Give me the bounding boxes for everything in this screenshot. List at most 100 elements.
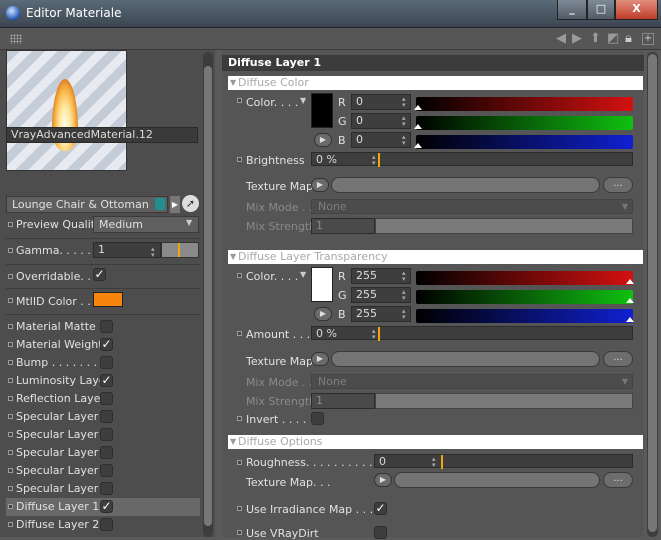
layer-row[interactable]: Material Weight ✓ [6, 336, 200, 354]
anim-bullet-icon[interactable] [8, 432, 13, 437]
anim-bullet-icon[interactable] [8, 504, 13, 509]
anim-bullet-icon[interactable] [237, 506, 242, 511]
layer-row[interactable]: Bump . . . . . . . . . [6, 354, 200, 372]
anim-bullet-icon[interactable] [8, 298, 13, 303]
anim-bullet-icon[interactable] [237, 157, 242, 162]
object-link-field[interactable]: Lounge Chair & Ottoman [6, 196, 168, 213]
new-window-icon[interactable]: + [642, 33, 654, 45]
transparency-color-swatch[interactable] [311, 267, 333, 302]
layer-checkbox[interactable]: ✓ [100, 338, 113, 351]
chevron-down-icon[interactable]: ▼ [300, 96, 306, 105]
link-arrow-button[interactable]: ▶ [170, 196, 180, 213]
use-irradiance-map-checkbox[interactable]: ✓ [374, 502, 387, 515]
layer-row[interactable]: Material Matte . . [6, 318, 200, 336]
red-slider-handle[interactable] [414, 105, 422, 110]
right-scrollbar[interactable] [647, 52, 658, 537]
layer-checkbox[interactable]: ✓ [100, 374, 113, 387]
texture-map-slot[interactable] [394, 472, 600, 488]
layer-checkbox[interactable] [100, 428, 113, 441]
preview-quality-select[interactable]: Medium [93, 216, 199, 233]
anim-bullet-icon[interactable] [237, 98, 242, 103]
texture-map-menu-button[interactable]: ▶ [311, 352, 329, 366]
anim-bullet-icon[interactable] [8, 360, 13, 365]
layer-row[interactable]: Specular Layer 5 [6, 480, 200, 498]
pick-object-icon[interactable]: ➚ [182, 195, 199, 212]
section-diffuse-color[interactable]: ▼ Diffuse Color [228, 76, 643, 90]
green-input[interactable]: 0 ▴ ▾ [351, 113, 411, 129]
anim-bullet-icon[interactable] [8, 396, 13, 401]
anim-bullet-icon[interactable] [8, 450, 13, 455]
blue-slider-handle[interactable] [414, 143, 422, 148]
gamma-slider[interactable] [161, 242, 199, 258]
layer-row[interactable]: Reflection Layer [6, 390, 200, 408]
layer-row[interactable]: Luminosity Layer ✓ [6, 372, 200, 390]
texture-browse-button[interactable]: ... [603, 472, 633, 488]
blue-input[interactable]: 0 ▴ ▾ [351, 132, 411, 148]
forward-arrow-icon[interactable]: ▶ [572, 31, 582, 47]
anim-bullet-icon[interactable] [237, 460, 242, 465]
layer-checkbox[interactable] [100, 392, 113, 405]
grip-icon[interactable] [10, 34, 22, 44]
anim-bullet-icon[interactable] [8, 468, 13, 473]
anim-bullet-icon[interactable] [237, 273, 242, 278]
anim-bullet-icon[interactable] [8, 414, 13, 419]
color-mode-button[interactable]: ▶ [314, 133, 332, 147]
layer-row[interactable]: Diffuse Layer 1 ✓ [6, 498, 200, 516]
anim-bullet-icon[interactable] [8, 378, 13, 383]
gamma-input[interactable]: 1 ▴ ▾ [93, 242, 161, 259]
red-slider[interactable] [416, 271, 633, 285]
blue-input[interactable]: 255 ▴ ▾ [351, 306, 411, 322]
green-slider-handle[interactable] [414, 124, 422, 129]
up-arrow-icon[interactable]: ⬆ [590, 31, 601, 47]
minimize-button[interactable]: _ [557, 0, 587, 20]
anim-bullet-icon[interactable] [8, 342, 13, 347]
texture-browse-button[interactable]: ... [603, 177, 633, 193]
green-slider[interactable] [416, 116, 633, 130]
maximize-button[interactable]: □ [587, 0, 615, 20]
history-icon[interactable]: ◩ [607, 31, 619, 47]
layer-checkbox[interactable] [100, 518, 113, 531]
roughness-slider[interactable]: 0 ▴ ▾ [374, 454, 633, 469]
layer-checkbox[interactable] [100, 446, 113, 459]
layer-row[interactable]: Specular Layer 4 [6, 462, 200, 480]
texture-map-menu-button[interactable]: ▶ [374, 473, 392, 487]
red-input[interactable]: 0 ▴ ▾ [351, 94, 411, 110]
texture-map-slot[interactable] [331, 351, 600, 367]
layer-row[interactable]: Specular Layer 3 [6, 444, 200, 462]
texture-browse-button[interactable]: ... [603, 351, 633, 367]
diffuse-color-swatch[interactable] [311, 93, 333, 128]
layer-checkbox[interactable] [100, 320, 113, 333]
layer-checkbox[interactable] [100, 410, 113, 423]
mtlid-color-swatch[interactable] [93, 292, 123, 307]
anim-bullet-icon[interactable] [8, 522, 13, 527]
anim-bullet-icon[interactable] [237, 416, 242, 421]
layer-row[interactable]: Diffuse Layer 2 [6, 516, 200, 534]
green-slider-handle[interactable] [626, 298, 634, 303]
anim-bullet-icon[interactable] [8, 248, 13, 253]
layer-checkbox[interactable] [100, 482, 113, 495]
anim-bullet-icon[interactable] [8, 324, 13, 329]
back-arrow-icon[interactable]: ◀ [556, 31, 566, 47]
red-slider[interactable] [416, 97, 633, 111]
green-input[interactable]: 255 ▴ ▾ [351, 287, 411, 303]
red-slider-handle[interactable] [626, 279, 634, 284]
invert-checkbox[interactable] [311, 412, 324, 425]
layer-checkbox[interactable]: ✓ [100, 500, 113, 513]
anim-bullet-icon[interactable] [237, 331, 242, 336]
amount-slider[interactable]: 0 % ▴ ▾ [311, 326, 633, 341]
brightness-slider[interactable]: 0 % ▴ ▾ [311, 152, 633, 167]
left-scrollbar[interactable] [203, 52, 213, 537]
color-mode-button[interactable]: ▶ [314, 307, 332, 321]
texture-map-slot[interactable] [331, 177, 600, 193]
blue-slider[interactable] [416, 135, 633, 149]
layer-row[interactable]: Specular Layer 2 [6, 426, 200, 444]
section-diffuse-options[interactable]: ▼ Diffuse Options [228, 435, 643, 449]
close-button[interactable]: X [615, 0, 658, 20]
overridable-checkbox[interactable]: ✓ [93, 268, 106, 281]
texture-map-menu-button[interactable]: ▶ [311, 178, 329, 192]
anim-bullet-icon[interactable] [8, 222, 13, 227]
layer-checkbox[interactable] [100, 464, 113, 477]
layer-row[interactable]: Specular Layer 1 [6, 408, 200, 426]
blue-slider[interactable] [416, 309, 633, 323]
layer-checkbox[interactable] [100, 356, 113, 369]
